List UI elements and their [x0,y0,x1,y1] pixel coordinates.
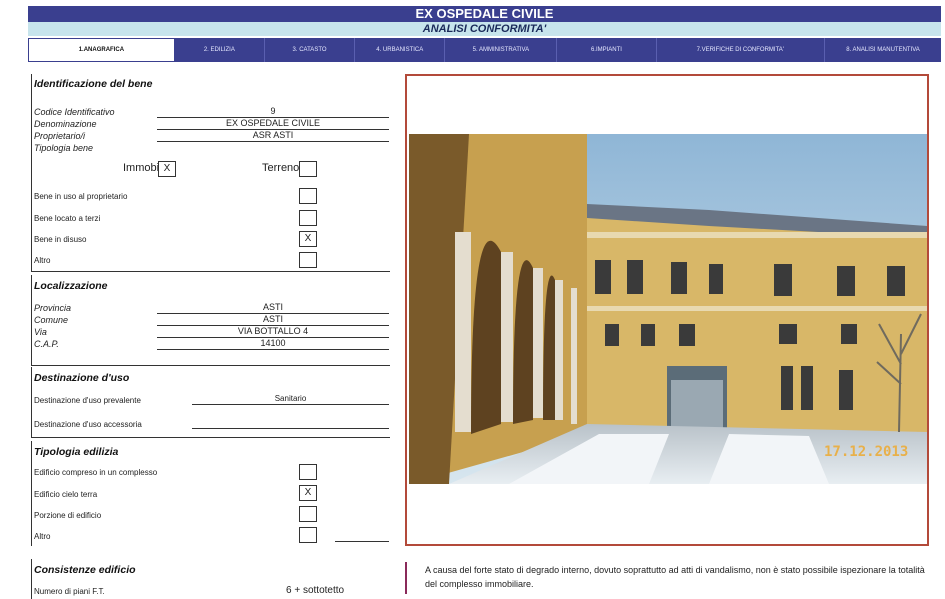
note-text: A causa del forte stato di degrado inter… [425,565,925,589]
prevalente-field[interactable]: Sanitario [192,393,389,405]
terreno-checkbox[interactable] [299,161,317,177]
proprietario-field[interactable]: ASR ASTI [157,130,389,142]
tab-amministrativa[interactable]: 5. AMMINISTRATIVA [445,38,558,62]
complesso-label: Edificio compreso in un complesso [34,468,158,477]
tab-bar: 1.ANAGRAFICA 2. EDILIZIA 3. CATASTO 4. U… [28,38,941,62]
comune-label: Comune [34,315,69,325]
via-label: Via [34,327,47,337]
tipologia-altro-label: Altro [34,532,51,541]
building-photo: 17.12.2013 [409,134,927,484]
immobile-checkbox[interactable]: X [158,161,176,177]
section-consistenze-title: Consistenze edificio [34,564,136,576]
accessoria-field[interactable] [192,417,389,429]
tab-impianti[interactable]: 6.IMPIANTI [557,38,657,62]
porzione-label: Porzione di edificio [34,511,102,520]
photo-date-stamp: 17.12.2013 [824,444,908,460]
codice-field[interactable]: 9 [157,106,389,118]
tab-analisi-manutentiva[interactable]: 8. ANALISI MANUTENTIVA [825,38,941,62]
comune-field[interactable]: ASTI [157,314,389,326]
note-marker [405,562,407,594]
porzione-checkbox[interactable] [299,506,317,522]
uso-proprietario-checkbox[interactable] [299,188,317,204]
tipologia-bene-label: Tipologia bene [34,143,93,153]
tab-edilizia[interactable]: 2. EDILIZIA [175,38,265,62]
locato-label: Bene locato a terzi [34,214,101,223]
accessoria-label: Destinazione d'uso accessoria [34,420,142,429]
section-identificazione-title: Identificazione del bene [34,78,153,90]
locato-checkbox[interactable] [299,210,317,226]
tab-catasto[interactable]: 3. CATASTO [265,38,356,62]
tab-urbanistica[interactable]: 4. URBANISTICA [355,38,446,62]
section-destinazione-title: Destinazione d'uso [34,372,130,384]
complesso-checkbox[interactable] [299,464,317,480]
provincia-field[interactable]: ASTI [157,302,389,314]
section-localizzazione-title: Localizzazione [34,280,108,292]
denominazione-field[interactable]: EX OSPEDALE CIVILE [157,118,389,130]
piani-value: 6 + sottotetto [286,585,345,596]
tab-verifiche[interactable]: 7.VERIFICHE DI CONFORMITA' [657,38,826,62]
section-tipologia-edilizia-title: Tipologia edilizia [34,446,119,458]
altro-checkbox[interactable] [299,252,317,268]
cap-label: C.A.P. [34,339,59,349]
page-subtitle: ANALISI CONFORMITA' [28,22,941,36]
section-frame [31,559,32,599]
page-title: EX OSPEDALE CIVILE [28,6,941,22]
denominazione-label: Denominazione [34,119,97,129]
photo-frame: 17.12.2013 [405,74,929,546]
uso-proprietario-label: Bene in uso al proprietario [34,192,128,201]
cielo-terra-label: Edificio cielo terra [34,490,98,499]
piani-label: Numero di piani F.T. [34,587,105,596]
disuso-checkbox[interactable]: X [299,231,317,247]
tab-anagrafica[interactable]: 1.ANAGRAFICA [28,38,175,62]
cielo-terra-checkbox[interactable]: X [299,485,317,501]
codice-label: Codice Identificativo [34,107,115,117]
provincia-label: Provincia [34,303,72,313]
altro-label: Altro [34,256,51,265]
terreno-label: Terreno [262,162,300,174]
proprietario-label: Proprietario/i [34,131,86,141]
tipologia-altro-checkbox[interactable] [299,527,317,543]
disuso-label: Bene in disuso [34,235,87,244]
prevalente-label: Destinazione d'uso prevalente [34,396,141,405]
cap-field[interactable]: 14100 [157,338,389,350]
tipologia-altro-field[interactable] [335,530,389,542]
via-field[interactable]: VIA BOTTALLO 4 [157,326,389,338]
